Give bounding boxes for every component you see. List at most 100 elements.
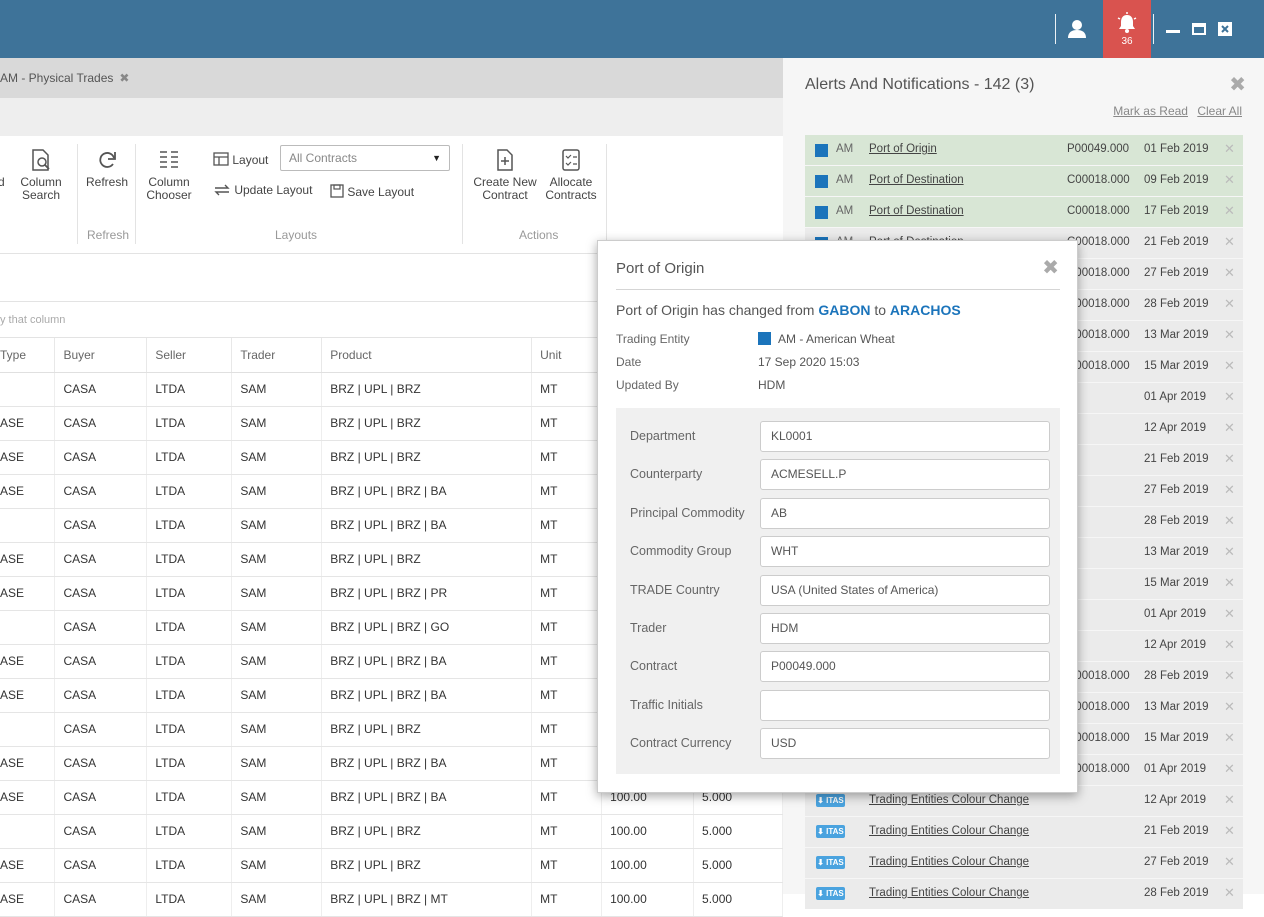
dismiss-alert-icon[interactable]: ✕ [1224,265,1235,281]
cell-trader: SAM [231,644,323,679]
alert-detail-popup: Port of Origin ✖ Port of Origin has chan… [597,240,1078,793]
col-header-product[interactable]: Product [321,338,533,373]
alert-title-link[interactable]: Port of Origin [869,143,937,155]
dismiss-alert-icon[interactable]: ✕ [1224,327,1235,343]
alert-title-link[interactable]: Trading Entities Colour Change [869,825,1029,837]
table-row[interactable]: ASE CASA LTDA SAM BRZ | UPL | BRZ | MT MT 100.… [0,882,783,917]
refresh-button[interactable]: Refresh [82,148,132,189]
dismiss-alert-icon[interactable]: ✕ [1224,730,1235,746]
save-layout-icon [330,184,344,198]
notification-count: 36 [1121,35,1133,47]
cell-trader: SAM [231,542,323,577]
field-input[interactable]: USD [760,728,1050,760]
dismiss-alert-icon[interactable]: ✕ [1224,451,1235,467]
field-input[interactable]: HDM [760,613,1050,644]
alert-title-link[interactable]: Trading Entities Colour Change [869,887,1029,899]
cell-seller: LTDA [146,746,233,781]
field-input[interactable]: WHT [760,536,1050,568]
mark-as-read-link[interactable]: Mark as Read [1113,104,1188,118]
form-row: Principal Commodity AB [616,497,1060,529]
tab-close-icon[interactable]: ✖ [119,71,129,85]
dismiss-alert-icon[interactable]: ✕ [1224,389,1235,405]
cell-product: BRZ | UPL | BRZ [321,440,533,475]
dismiss-alert-icon[interactable]: ✕ [1224,296,1235,312]
alert-item[interactable]: ⬇ ITAS Trading Entities Colour Change 28 F… [805,879,1243,909]
cell-buyer: CASA [54,610,148,645]
alert-item[interactable]: ⬇ ITAS Trading Entities Colour Change 27 F… [805,848,1243,878]
cell-seller: LTDA [146,644,233,679]
column-chooser-button[interactable]: Column Chooser [142,148,196,202]
alert-item[interactable]: AM Port of Destination C00018.000 17 Feb 20… [805,197,1243,227]
field-input[interactable]: P00049.000 [760,651,1050,683]
dismiss-alert-icon[interactable]: ✕ [1224,792,1235,808]
col-header-unit[interactable]: Unit [531,338,603,373]
col-header-type[interactable]: Type [0,338,56,373]
cell-seller: LTDA [146,576,233,611]
cell-trader: SAM [231,712,323,747]
dismiss-alert-icon[interactable]: ✕ [1224,885,1235,901]
field-input[interactable]: AB [760,497,1050,529]
dismiss-alert-icon[interactable]: ✕ [1224,141,1235,157]
col-header-seller[interactable]: Seller [146,338,233,373]
refresh-icon [99,152,116,168]
dismiss-alert-icon[interactable]: ✕ [1224,172,1235,188]
table-row[interactable]: ASE CASA LTDA SAM BRZ | UPL | BRZ MT 100.00 5.0… [0,848,783,883]
dismiss-alert-icon[interactable]: ✕ [1224,358,1235,374]
field-input[interactable]: ACMESELL.P [760,459,1050,491]
dismiss-alert-icon[interactable]: ✕ [1224,699,1235,715]
user-button[interactable] [1062,0,1092,58]
alert-date: 28 Feb 2019 [1144,670,1209,682]
dismiss-alert-icon[interactable]: ✕ [1224,823,1235,839]
alert-item[interactable]: AM Port of Origin P00049.000 01 Feb 2019 ✕ [805,135,1243,165]
ribbon-toolbar: d Column Search Refresh Refresh Column Cho… [0,136,783,254]
dismiss-alert-icon[interactable]: ✕ [1224,606,1235,622]
cell-unit: MT [531,882,603,917]
dismiss-alert-icon[interactable]: ✕ [1224,420,1235,436]
dismiss-alert-icon[interactable]: ✕ [1224,575,1235,591]
column-search-button[interactable]: Column Search [16,148,66,202]
dismiss-alert-icon[interactable]: ✕ [1224,668,1235,684]
dismiss-alert-icon[interactable]: ✕ [1224,544,1235,560]
maximize-button[interactable] [1186,0,1212,58]
dismiss-alert-icon[interactable]: ✕ [1224,761,1235,777]
layout-select[interactable]: All Contracts ▼ [280,145,450,171]
topbar-divider [1055,14,1056,44]
create-contract-button[interactable]: Create New Contract [470,148,540,202]
field-input[interactable] [760,689,1050,721]
clear-all-link[interactable]: Clear All [1197,104,1242,118]
popup-close-icon[interactable]: ✖ [1042,255,1059,280]
alert-title-link[interactable]: Trading Entities Colour Change [869,794,1029,806]
alert-title-link[interactable]: Trading Entities Colour Change [869,856,1029,868]
alert-item[interactable]: AM Port of Destination C00018.000 09 Feb 20… [805,166,1243,196]
field-input[interactable]: USA (United States of America) [760,574,1050,606]
alert-contract-number: C00018.000 [1067,205,1130,217]
cell-unit: MT [531,780,603,815]
close-window-button[interactable] [1212,0,1238,58]
notifications-button[interactable]: 36 [1103,0,1151,58]
update-layout-button[interactable]: Update Layout [213,184,323,197]
cell-seller: LTDA [146,678,233,713]
save-layout-button[interactable]: Save Layout [330,184,420,199]
field-input[interactable]: KL0001 [760,421,1050,452]
cell-seller: LTDA [146,440,233,475]
dismiss-alert-icon[interactable]: ✕ [1224,234,1235,250]
alert-item[interactable]: ⬇ ITAS Trading Entities Colour Change 21 F… [805,817,1243,847]
dismiss-alert-icon[interactable]: ✕ [1224,203,1235,219]
allocate-contracts-button[interactable]: Allocate Contracts [540,148,602,202]
dismiss-alert-icon[interactable]: ✕ [1224,854,1235,870]
table-row[interactable]: CASA LTDA SAM BRZ | UPL | BRZ MT 100.00 5.000 [0,814,783,849]
ribbon-separator [462,144,463,244]
ribbon-partial-button[interactable]: d [0,154,10,189]
tab-physical-trades[interactable]: AM - Physical Trades ✖ [0,58,129,98]
dismiss-alert-icon[interactable]: ✕ [1224,482,1235,498]
col-header-trader[interactable]: Trader [231,338,323,373]
dismiss-alert-icon[interactable]: ✕ [1224,637,1235,653]
alert-title-link[interactable]: Port of Destination [869,205,964,217]
dismiss-alert-icon[interactable]: ✕ [1224,513,1235,529]
minimize-button[interactable] [1160,0,1186,58]
group-actions-label: Actions [519,228,559,242]
alert-date: 15 Mar 2019 [1144,732,1209,744]
col-header-buyer[interactable]: Buyer [54,338,148,373]
close-icon[interactable]: ✖ [1229,72,1246,97]
alert-title-link[interactable]: Port of Destination [869,174,964,186]
